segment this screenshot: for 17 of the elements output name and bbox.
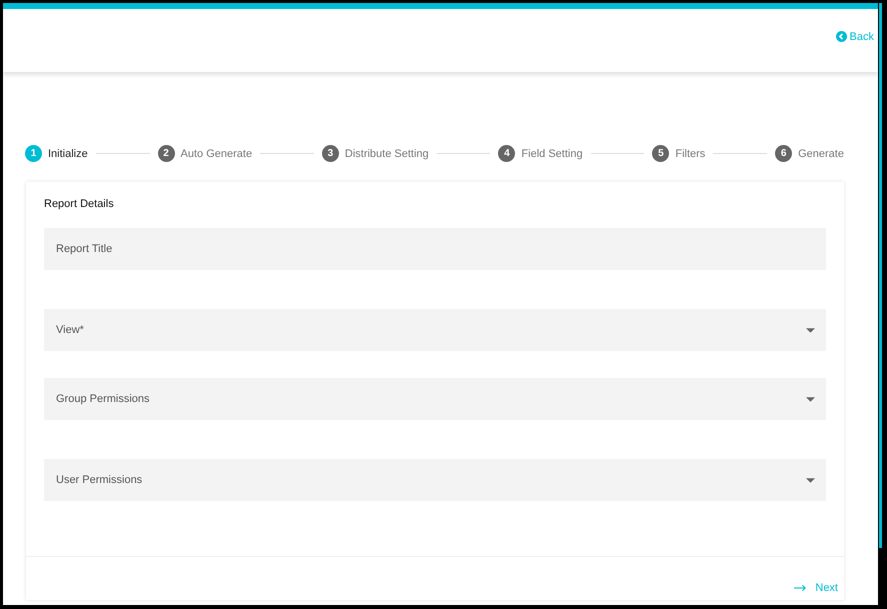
dropdown-arrow-icon [806, 478, 815, 482]
step[interactable]: 5 Filters [652, 145, 706, 162]
input-field[interactable]: Report Title [44, 228, 826, 270]
chevron-left-icon [836, 31, 847, 42]
step[interactable]: 1 Initialize [25, 145, 88, 162]
step[interactable]: 2 Auto Generate [158, 145, 252, 162]
dropdown-arrow-icon [806, 396, 815, 402]
dropdown-arrow-icon [806, 328, 815, 332]
select-field[interactable]: Group Permissions [44, 378, 826, 420]
step[interactable]: 4 Field Setting [498, 145, 583, 162]
select-field[interactable]: User Permissions [44, 459, 826, 501]
section-title: Report Details [44, 198, 115, 210]
step[interactable]: 3 Distribute Setting [322, 145, 429, 162]
scrollbar[interactable] [879, 3, 882, 548]
arrow-right-icon [794, 584, 808, 592]
select-field[interactable]: View* [44, 309, 826, 351]
step[interactable]: 6 Generate [775, 145, 844, 162]
